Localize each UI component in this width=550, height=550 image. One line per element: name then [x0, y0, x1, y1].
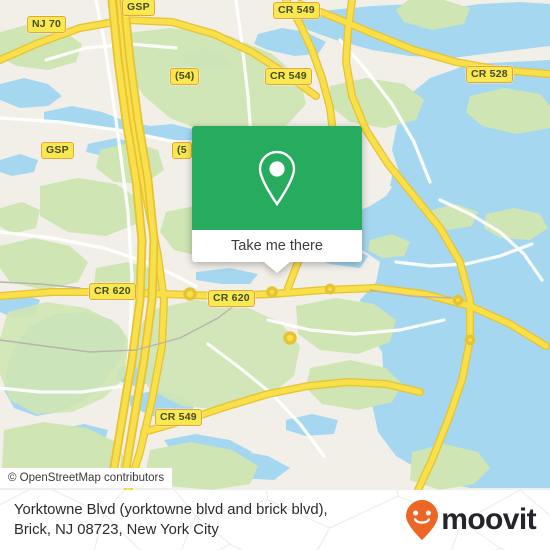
osm-attribution[interactable]: © OpenStreetMap contributors — [0, 468, 173, 488]
address-line-2: Brick, NJ 08723, New York City — [14, 522, 219, 538]
take-me-there-button[interactable]: Take me there — [192, 230, 362, 262]
road-shield[interactable]: CR 528 — [466, 66, 513, 83]
road-shield[interactable]: (54) — [170, 68, 200, 85]
callout-tail — [264, 262, 290, 273]
address-text: Yorktowne Blvd (yorktowne blvd and brick… — [14, 500, 328, 540]
road-shield[interactable]: CR 620 — [208, 290, 255, 307]
road-shield[interactable]: CR 620 — [89, 283, 136, 300]
location-callout-card[interactable]: Take me there — [192, 126, 362, 273]
map-canvas[interactable]: NJ 70 GSP CR 549 (54) CR 549 CR 528 GSP … — [0, 0, 550, 490]
map-pin-icon — [258, 150, 296, 207]
road-shield[interactable]: CR 549 — [155, 409, 202, 426]
moovit-logo[interactable]: moovit — [405, 499, 537, 541]
road-shield[interactable]: NJ 70 — [27, 16, 67, 33]
moovit-wordmark: moovit — [441, 503, 536, 536]
road-shield[interactable]: GSP — [122, 0, 155, 16]
road-shield[interactable]: CR 549 — [273, 2, 320, 19]
road-shield[interactable]: (5 — [172, 142, 192, 159]
road-shield[interactable]: CR 549 — [265, 68, 312, 85]
footer-bar: Yorktowne Blvd (yorktowne blvd and brick… — [0, 490, 550, 550]
road-shield[interactable]: GSP — [41, 142, 74, 159]
map-screenshot: NJ 70 GSP CR 549 (54) CR 549 CR 528 GSP … — [0, 0, 550, 550]
address-line-1: Yorktowne Blvd (yorktowne blvd and brick… — [14, 502, 328, 518]
callout-pin-area — [192, 126, 362, 230]
moovit-pin-smiley-icon — [406, 500, 439, 540]
